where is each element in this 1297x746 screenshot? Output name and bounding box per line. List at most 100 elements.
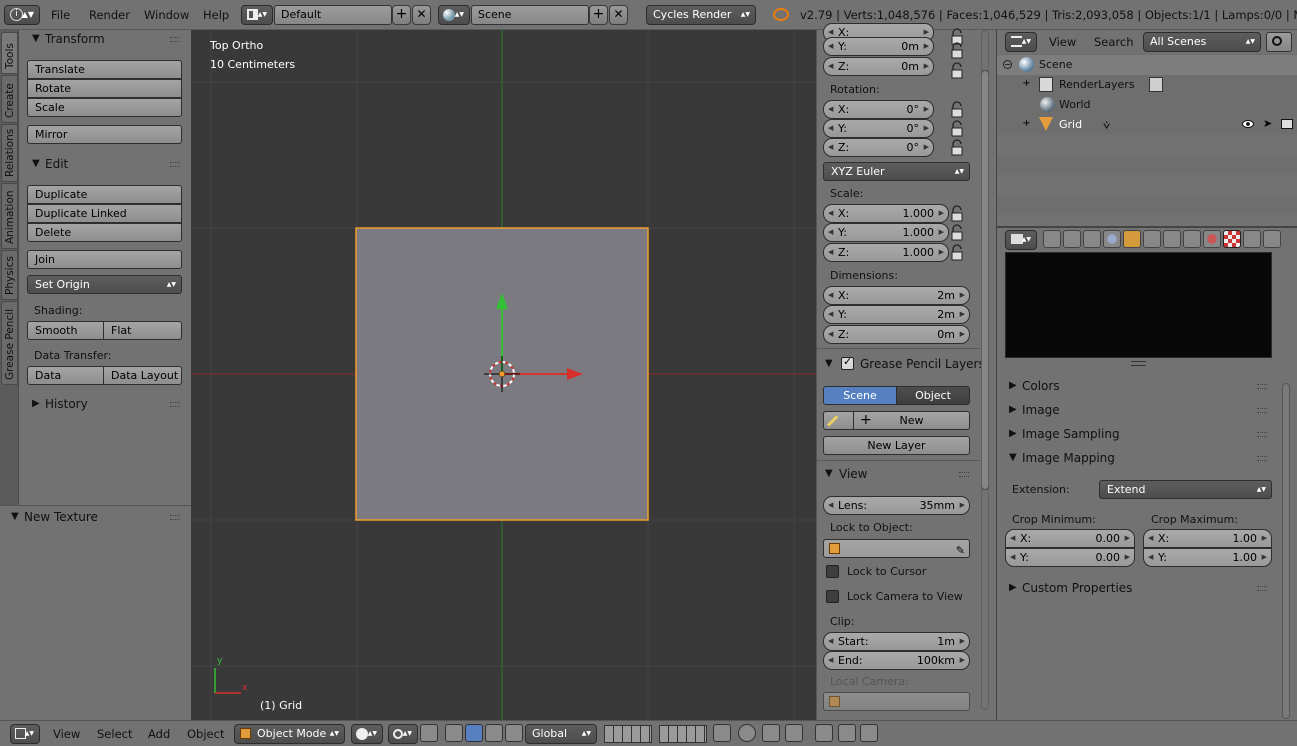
tab-tools[interactable]: Tools: [1, 32, 18, 74]
scale-x-field[interactable]: ◀ X: 1.000 ▶: [823, 204, 949, 223]
flat-button[interactable]: Flat: [103, 321, 182, 340]
transform-orientation-select[interactable]: Global ▲▼: [525, 724, 597, 744]
gp-pencil-browse[interactable]: [823, 411, 854, 430]
location-z-field[interactable]: ◀ Z: 0m ▶: [823, 57, 934, 76]
clapperboard-icon[interactable]: [860, 724, 878, 742]
object-menu[interactable]: Object: [187, 727, 224, 741]
new-texture-panel-header[interactable]: ▼ New Texture: [0, 508, 191, 528]
lock-icon[interactable]: [949, 101, 965, 119]
pivot-point-select[interactable]: ▲▼: [388, 724, 418, 744]
lock-camera-checkbox[interactable]: [826, 590, 839, 603]
rotation-y-field[interactable]: ◀ Y: 0° ▶: [823, 119, 934, 138]
texture-tab-icon[interactable]: [1223, 230, 1241, 248]
duplicate-button[interactable]: Duplicate: [27, 185, 182, 204]
image-sampling-panel-header[interactable]: ▶ Image Sampling: [1003, 425, 1278, 445]
outliner-search-menu[interactable]: Search: [1094, 35, 1134, 49]
history-panel-header[interactable]: ▶ History: [19, 395, 191, 415]
menu-file[interactable]: File: [51, 8, 70, 22]
properties-scrollbar[interactable]: [1282, 383, 1290, 719]
smooth-button[interactable]: Smooth: [27, 321, 104, 340]
snap-element-icon[interactable]: [785, 724, 803, 742]
outliner-search-button[interactable]: [1266, 32, 1292, 52]
scene-browse-button[interactable]: ▲▼: [438, 5, 470, 25]
crop-max-y-field[interactable]: ◀ Y: 1.00 ▶: [1143, 548, 1272, 567]
clip-end-field[interactable]: ◀ End: 100km ▶: [823, 651, 970, 670]
transform-panel-header[interactable]: ▼ Transform: [19, 30, 191, 50]
3d-viewport[interactable]: Top Ortho 10 Centimeters y x (1) Grid: [191, 30, 816, 720]
lock-layers-icon[interactable]: [713, 724, 731, 742]
object-tab-icon[interactable]: [1123, 230, 1141, 248]
edit-panel-header[interactable]: ▼ Edit: [19, 155, 191, 175]
crop-min-y-field[interactable]: ◀ Y: 0.00 ▶: [1005, 548, 1135, 567]
render-engine-select[interactable]: Cycles Render ▲▼: [646, 5, 756, 25]
layer-buttons-1[interactable]: [604, 725, 652, 743]
tab-physics[interactable]: Physics: [1, 250, 18, 300]
data-tab-icon[interactable]: [1183, 230, 1201, 248]
render-tab-icon[interactable]: [1043, 230, 1061, 248]
mirror-button[interactable]: Mirror: [27, 125, 182, 144]
render-camera-icon[interactable]: [1281, 119, 1293, 129]
drag-grip-icon[interactable]: [170, 37, 180, 42]
drag-grip-icon[interactable]: [1257, 384, 1267, 389]
lock-icon[interactable]: [949, 205, 965, 223]
set-origin-select[interactable]: Set Origin ▲▼: [27, 275, 182, 294]
tab-relations[interactable]: Relations: [1, 124, 18, 182]
lock-icon[interactable]: [949, 244, 965, 262]
particles-tab-icon[interactable]: [1243, 230, 1261, 248]
add-menu[interactable]: Add: [148, 727, 170, 741]
add-scene-icon[interactable]: +: [589, 5, 608, 25]
join-button[interactable]: Join: [27, 250, 182, 269]
drag-grip-icon[interactable]: [170, 515, 180, 520]
lock-icon[interactable]: [949, 62, 965, 80]
constraints-tab-icon[interactable]: [1143, 230, 1161, 248]
viewport-shading-select[interactable]: ▲▼: [351, 724, 383, 744]
render-animation-icon[interactable]: [838, 724, 856, 742]
delete-button[interactable]: Delete: [27, 223, 182, 242]
view-panel-header[interactable]: ▼ View: [817, 465, 980, 485]
add-layout-icon[interactable]: +: [392, 5, 411, 25]
layout-name-field[interactable]: Default: [274, 5, 392, 25]
image-mapping-panel-header[interactable]: ▼ Image Mapping: [1003, 449, 1278, 469]
tab-create[interactable]: Create: [1, 75, 18, 123]
menu-help[interactable]: Help: [203, 8, 229, 22]
tab-animation[interactable]: Animation: [1, 183, 18, 249]
lock-icon[interactable]: [949, 224, 965, 242]
snap-magnet-icon[interactable]: [762, 724, 780, 742]
world-tab-icon[interactable]: [1103, 230, 1121, 248]
translate-manipulator-icon[interactable]: [445, 724, 463, 742]
physics-tab-icon[interactable]: [1263, 230, 1281, 248]
scale-y-field[interactable]: ◀ Y: 1.000 ▶: [823, 223, 949, 242]
dimension-y-field[interactable]: ◀ Y: 2m ▶: [823, 305, 970, 324]
scene-name-field[interactable]: Scene: [471, 5, 589, 25]
extension-select[interactable]: Extend ▲▼: [1099, 480, 1272, 499]
mode-select[interactable]: Object Mode ▲▼: [234, 724, 345, 744]
layout-browse-button[interactable]: ▲▼: [241, 5, 273, 25]
rotation-x-field[interactable]: ◀ X: 0° ▶: [823, 100, 934, 119]
outliner-row-grid[interactable]: + Grid ⩒ ➤: [997, 115, 1297, 135]
data-layout-button[interactable]: Data Layout: [103, 366, 182, 385]
outliner-row-scene[interactable]: − Scene: [997, 55, 1297, 75]
editor-type-info-button[interactable]: i ▲▼: [4, 5, 40, 25]
preview-resize-grip[interactable]: [1131, 361, 1146, 366]
outliner-row-world[interactable]: World: [997, 95, 1297, 115]
grease-pencil-panel-header[interactable]: ▼ ✓ Grease Pencil Layers: [817, 355, 985, 375]
lock-to-cursor-checkbox[interactable]: [826, 565, 839, 578]
scale-button[interactable]: Scale: [27, 98, 182, 117]
scale-z-field[interactable]: ◀ Z: 1.000 ▶: [823, 243, 949, 262]
select-menu[interactable]: Select: [97, 727, 132, 741]
gp-new-button[interactable]: + New: [853, 411, 970, 430]
colors-panel-header[interactable]: ▶ Colors: [1003, 377, 1278, 397]
new-layer-button[interactable]: New Layer: [823, 436, 970, 455]
crop-min-x-field[interactable]: ◀ X: 0.00 ▶: [1005, 529, 1135, 548]
outliner-editor-type[interactable]: ▲▼: [1005, 32, 1037, 52]
drag-grip-icon[interactable]: [1257, 456, 1267, 461]
location-y-field[interactable]: ◀ Y: 0m ▶: [823, 37, 934, 56]
rotate-manipulator-icon[interactable]: [465, 724, 483, 742]
lock-icon[interactable]: [949, 139, 965, 157]
display-mode-select[interactable]: All Scenes ▲▼: [1143, 32, 1261, 52]
manipulator-toggle-icon[interactable]: [420, 724, 438, 742]
viewport-editor-type[interactable]: ▲▼: [10, 724, 40, 744]
dimension-x-field[interactable]: ◀ X: 2m ▶: [823, 286, 970, 305]
clip-start-field[interactable]: ◀ Start: 1m ▶: [823, 632, 970, 651]
visibility-eye-icon[interactable]: [1242, 120, 1254, 128]
